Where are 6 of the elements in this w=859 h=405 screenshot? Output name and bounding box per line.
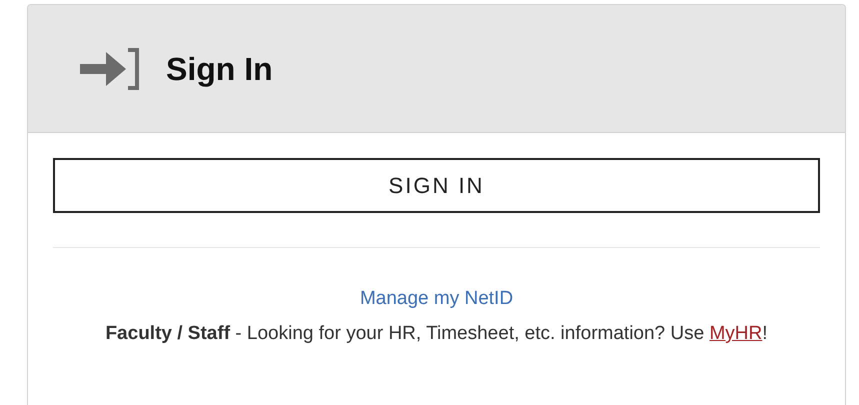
sign-in-button[interactable]: SIGN IN xyxy=(53,158,820,213)
header-title: Sign In xyxy=(166,50,273,89)
manage-netid-link[interactable]: Manage my NetID xyxy=(360,286,514,312)
sign-in-arrow-icon xyxy=(78,46,140,92)
faculty-staff-text: Faculty / Staff - Looking for your HR, Timesheet, etc. information? Use MyHR! xyxy=(104,322,769,346)
myhr-link[interactable]: MyHR xyxy=(709,323,762,344)
